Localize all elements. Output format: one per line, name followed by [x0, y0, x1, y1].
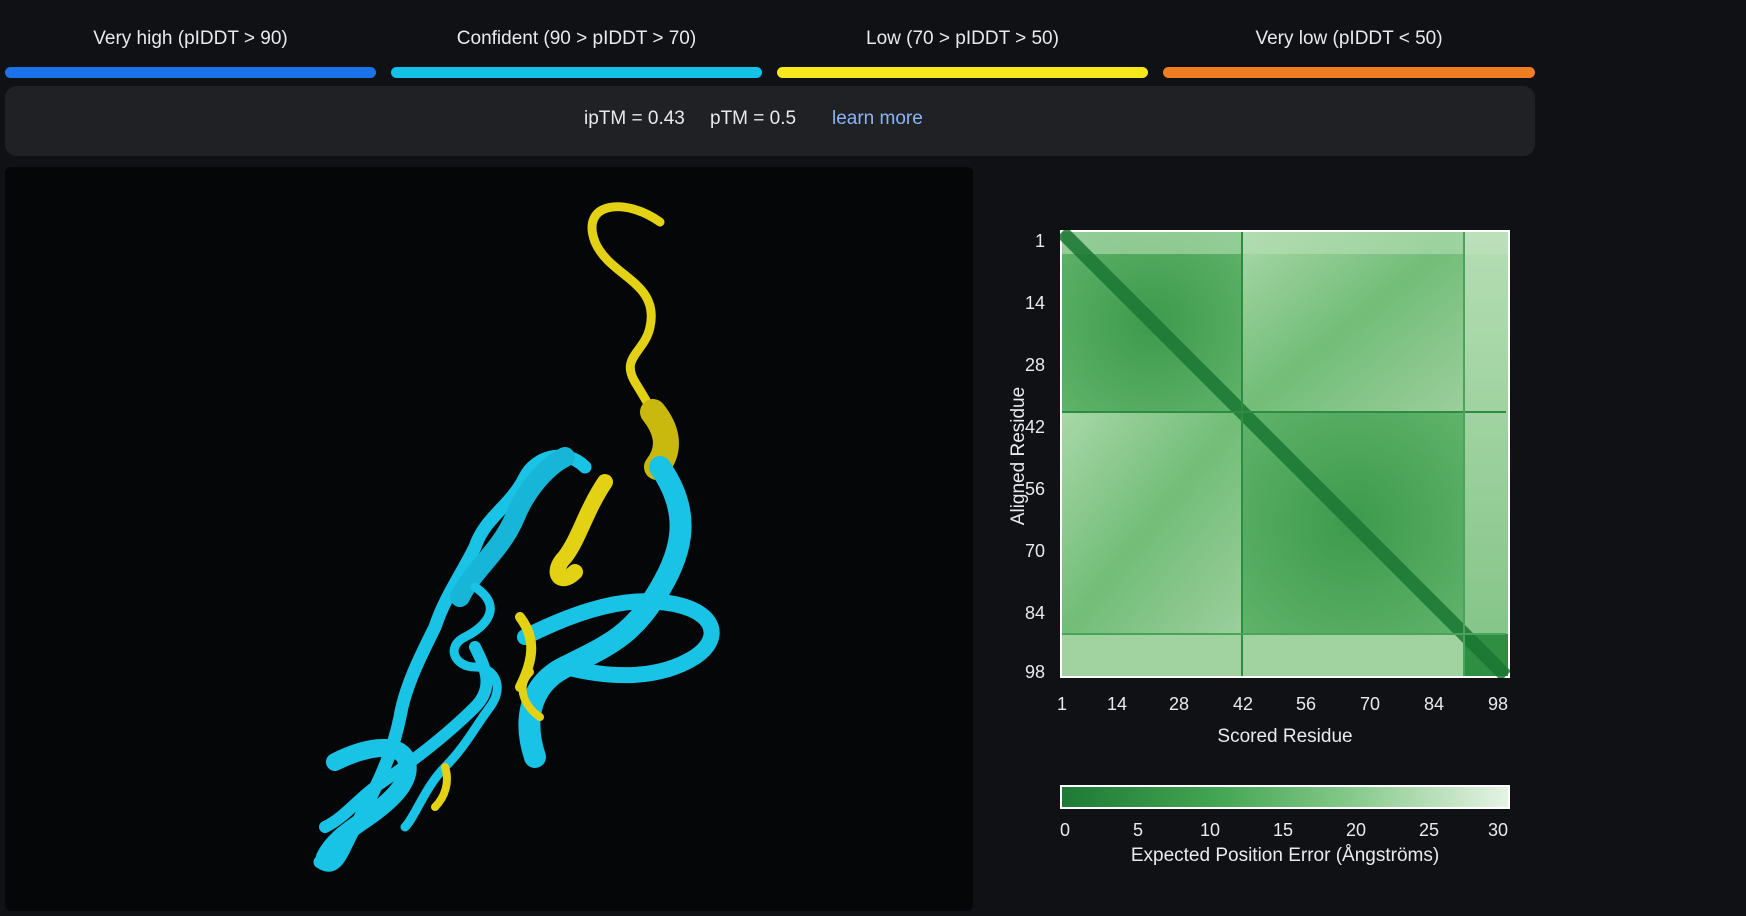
- legend-very-low-bar: [1163, 67, 1535, 78]
- x-tick: 84: [1423, 694, 1445, 714]
- colorbar-tick: 10: [1199, 820, 1221, 840]
- y-tick: 14: [1024, 293, 1045, 313]
- y-tick: 56: [1024, 479, 1045, 499]
- ribbon-confident-wide-loop: [450, 447, 575, 607]
- colorbar-tick: 20: [1345, 820, 1367, 840]
- y-tick: 84: [1024, 603, 1045, 623]
- y-tick: 1: [1034, 231, 1045, 251]
- legend-very-low: Very low (pIDDT < 50): [1163, 28, 1535, 78]
- structure-viewer[interactable]: [5, 167, 973, 911]
- protein-ribbon-structure[interactable]: [5, 167, 973, 911]
- ribbon-low-confidence-strand: [549, 474, 613, 587]
- learn-more-link[interactable]: learn more: [832, 108, 923, 130]
- y-tick: 70: [1024, 541, 1045, 561]
- plddt-legend: Very high (pIDDT > 90) Confident (90 > p…: [0, 28, 1540, 78]
- legend-very-low-label: Very low (pIDDT < 50): [1255, 28, 1443, 49]
- legend-confident-bar: [391, 67, 762, 78]
- pae-light-band: [1062, 232, 1508, 254]
- y-tick: 98: [1024, 662, 1045, 682]
- legend-low: Low (70 > pIDDT > 50): [777, 28, 1148, 78]
- colorbar-tick: 15: [1272, 820, 1294, 840]
- legend-confident-label: Confident (90 > pIDDT > 70): [456, 28, 697, 49]
- x-tick: 1: [1056, 694, 1067, 714]
- colorbar-tick: 5: [1132, 820, 1143, 840]
- confidence-stats-panel: ipTM = 0.43 pTM = 0.5 learn more: [5, 86, 1535, 156]
- colorbar-tick: 25: [1418, 820, 1440, 840]
- x-tick: 98: [1487, 694, 1509, 714]
- x-tick: 42: [1232, 694, 1254, 714]
- pae-colorbar: [1060, 785, 1510, 809]
- pae-x-axis-label: Scored Residue: [1217, 726, 1353, 747]
- x-tick: 28: [1168, 694, 1190, 714]
- colorbar-label: Expected Position Error (Ångströms): [1130, 845, 1440, 866]
- colorbar-tick: 0: [1059, 820, 1070, 840]
- pae-y-axis-label: Aligned Residue: [1008, 386, 1029, 526]
- legend-very-high-bar: [5, 67, 376, 78]
- legend-low-bar: [777, 67, 1148, 78]
- ribbon-confident-coil: [400, 582, 502, 832]
- colorbar-tick: 30: [1487, 820, 1509, 840]
- y-tick: 28: [1024, 355, 1045, 375]
- pae-plot: Aligned Residue 1 14 28 42 56 70 84 98 1…: [990, 200, 1550, 900]
- ribbon-confident-lower-strand: [319, 641, 493, 833]
- pae-light-band: [1062, 634, 1464, 676]
- legend-confident: Confident (90 > pIDDT > 70): [391, 28, 762, 78]
- pae-light-band: [1464, 232, 1508, 634]
- legend-low-label: Low (70 > pIDDT > 50): [866, 28, 1059, 49]
- pae-heatmap-svg: [1057, 227, 1511, 681]
- pae-off-diagonal-block: [1062, 412, 1242, 634]
- y-tick: 42: [1024, 417, 1045, 437]
- pae-heatmap[interactable]: [1057, 227, 1511, 681]
- pae-off-diagonal-block: [1242, 232, 1464, 412]
- ptm-value: pTM = 0.5: [710, 108, 797, 129]
- x-tick: 56: [1295, 694, 1317, 714]
- legend-very-high-label: Very high (pIDDT > 90): [93, 28, 288, 49]
- x-tick: 70: [1359, 694, 1381, 714]
- iptm-value: ipTM = 0.43: [584, 108, 685, 129]
- x-tick: 14: [1106, 694, 1128, 714]
- legend-very-high: Very high (pIDDT > 90): [5, 28, 376, 78]
